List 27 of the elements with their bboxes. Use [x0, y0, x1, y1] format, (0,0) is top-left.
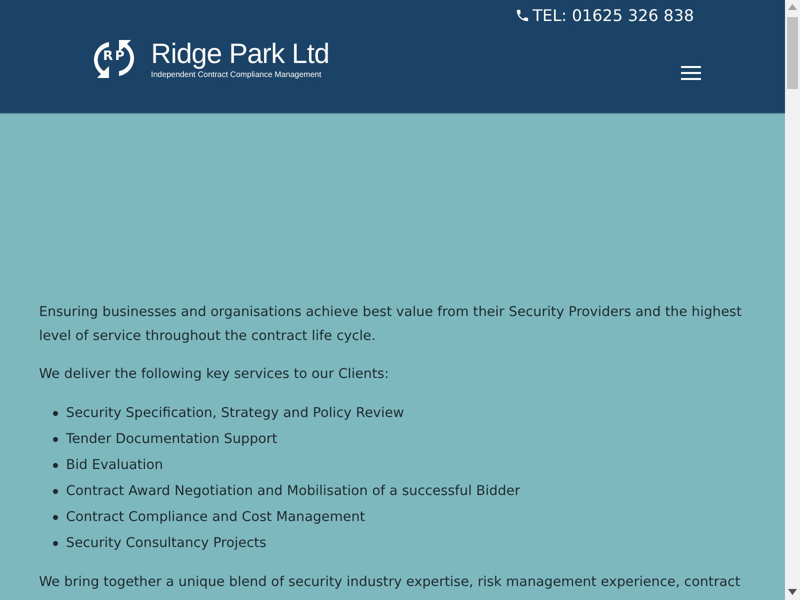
bullet-icon [53, 488, 58, 494]
scroll-down-icon[interactable] [788, 589, 797, 595]
phone-number[interactable]: TEL: 01625 326 838 [532, 6, 694, 25]
service-item: Security Specification, Strategy and Policy Review [66, 404, 404, 423]
services-lead: We deliver the following key services to our Clients: [39, 365, 390, 384]
bullet-icon [53, 410, 58, 416]
service-item: Bid Evaluation [66, 456, 164, 475]
bullet-icon [53, 436, 58, 442]
phone-icon [514, 8, 530, 23]
logo-letter: R [103, 50, 114, 63]
menu-icon [680, 65, 702, 81]
bullet-icon [53, 462, 58, 468]
scroll-thumb[interactable] [787, 17, 798, 89]
intro-paragraph: Ensuring businesses and organisations achieve best value from their Security Providers and the highest level of service throughout the contract life cycle. [39, 303, 743, 346]
menu-button[interactable] [680, 65, 702, 81]
company-tagline: Independent Contract Compliance Management [151, 70, 322, 79]
service-item: Contract Award Negotiation and Mobilisation of a successful Bidder [66, 482, 520, 501]
service-item: Contract Compliance and Cost Management [66, 508, 366, 527]
company-name: Ridge Park Ltd [151, 39, 330, 69]
closing-paragraph: We bring together a unique blend of security industry expertise, risk management experience, contract [39, 573, 742, 592]
bullet-icon [53, 540, 58, 546]
scrollbar[interactable] [785, 0, 800, 600]
bullet-icon [53, 514, 58, 520]
scroll-up-icon[interactable] [788, 4, 797, 10]
service-item: Security Consultancy Projects [66, 534, 266, 553]
logo-letter: P [115, 50, 125, 63]
service-item: Tender Documentation Support [66, 430, 278, 449]
